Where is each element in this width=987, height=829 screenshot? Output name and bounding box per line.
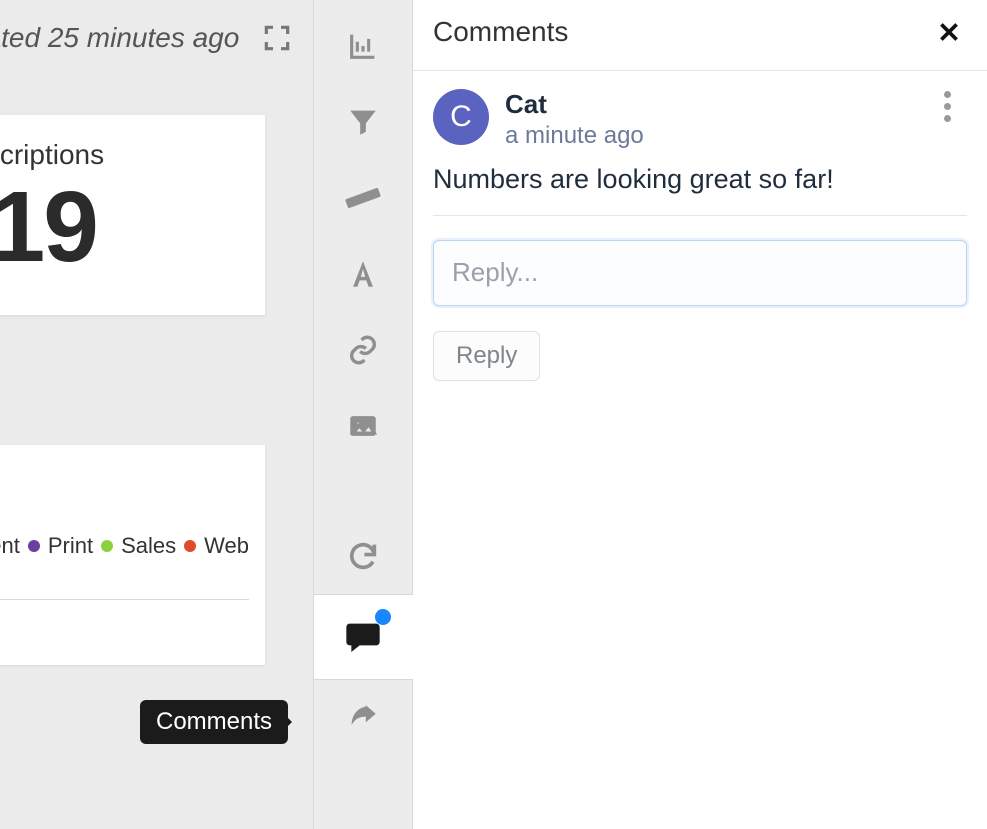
refresh-tool[interactable] <box>314 518 412 594</box>
legend-row: Event Print Sales Web <box>0 533 249 559</box>
reply-input[interactable] <box>433 240 967 306</box>
chart-tool[interactable] <box>314 8 412 84</box>
text-tool[interactable] <box>314 236 412 312</box>
comment-body: Numbers are looking great so far! <box>433 164 967 195</box>
link-tool[interactable] <box>314 312 412 388</box>
legend-dot-sales <box>101 540 113 552</box>
comments-tool[interactable] <box>313 594 413 680</box>
legend-dot-web <box>184 540 196 552</box>
expand-icon[interactable] <box>259 20 295 56</box>
side-toolbar <box>313 0 413 829</box>
legend-dot-print <box>28 540 40 552</box>
subscriptions-card: Subscriptions 519 <box>0 115 265 315</box>
ruler-tool[interactable] <box>314 160 412 236</box>
notification-dot <box>375 609 391 625</box>
comment-time: a minute ago <box>505 122 644 150</box>
updated-timestamp: dated 25 minutes ago <box>0 22 239 54</box>
share-tool[interactable] <box>314 680 412 756</box>
comment-author: Cat <box>505 89 644 120</box>
filter-tool[interactable] <box>314 84 412 160</box>
comments-panel: Comments C Cat a minute ago Numbers are … <box>413 0 987 829</box>
subscriptions-value: 519 <box>0 177 249 277</box>
comment-menu-icon[interactable] <box>933 91 961 122</box>
reply-button[interactable]: Reply <box>433 331 540 381</box>
legend-item-label: Print <box>48 533 93 559</box>
comments-tooltip: Comments <box>140 700 288 744</box>
legend-item-label: Event <box>0 533 20 559</box>
subscriptions-label: Subscriptions <box>0 139 249 171</box>
comment-item: C Cat a minute ago Numbers are looking g… <box>413 71 987 216</box>
legend-item-label: Web <box>204 533 249 559</box>
image-tool[interactable] <box>314 388 412 464</box>
comment-divider <box>433 215 967 216</box>
close-icon[interactable] <box>931 14 967 50</box>
legend-card: Event Print Sales Web <box>0 445 265 665</box>
comments-title: Comments <box>433 16 568 48</box>
avatar: C <box>433 89 489 145</box>
legend-divider <box>0 599 249 600</box>
legend-item-label: Sales <box>121 533 176 559</box>
bar-chart <box>0 754 40 829</box>
